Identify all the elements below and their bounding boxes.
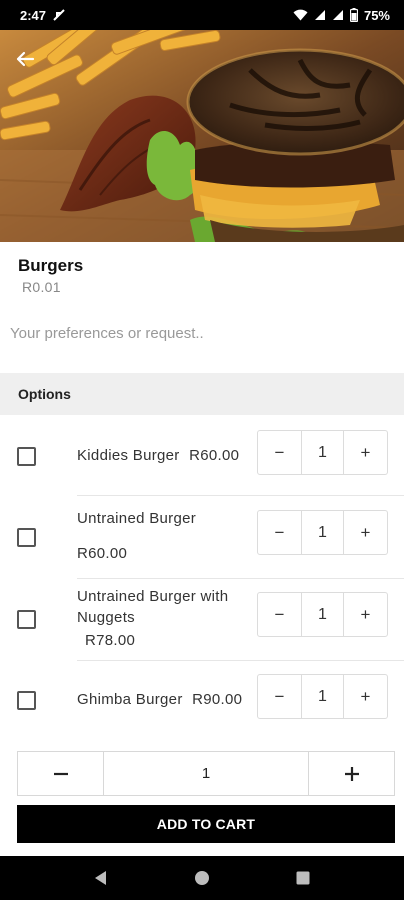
plus-icon: + xyxy=(360,604,371,624)
back-arrow-icon xyxy=(16,51,35,67)
option-label: Kiddies Burger R60.00 xyxy=(77,445,239,466)
system-nav-bar xyxy=(0,856,404,900)
option-quantity-value: 1 xyxy=(301,431,344,474)
option-row-ghimba-burger: Ghimba Burger R90.00 − 1 + xyxy=(0,660,404,738)
option-price: R90.00 xyxy=(192,691,243,708)
cart-minus-button[interactable] xyxy=(18,752,103,795)
data-saver-icon xyxy=(53,9,65,21)
add-to-cart-button[interactable]: ADD TO CART xyxy=(17,805,395,843)
option-label: Untrained Burger with Nuggets R78.00 xyxy=(77,586,228,651)
product-price: R0.01 xyxy=(22,279,61,295)
status-time: 2:47 xyxy=(20,7,47,23)
status-right: 75% xyxy=(293,8,390,23)
minus-icon: − xyxy=(274,686,285,706)
status-bar: 2:47 75% xyxy=(0,0,404,30)
option-checkbox[interactable] xyxy=(17,691,36,710)
minus-button[interactable]: − xyxy=(258,431,301,474)
status-left: 2:47 xyxy=(20,8,66,23)
plus-icon xyxy=(344,766,359,781)
signal-icon-2 xyxy=(332,10,343,20)
nav-home-button[interactable] xyxy=(182,858,222,898)
minus-icon: − xyxy=(274,604,285,624)
option-name: Untrained Burger xyxy=(77,510,197,527)
option-name: Ghimba Burger xyxy=(77,691,183,708)
burger-photo xyxy=(0,30,404,242)
preferences-input[interactable] xyxy=(10,316,394,350)
plus-button[interactable]: + xyxy=(344,431,387,474)
nav-recents-button[interactable] xyxy=(283,858,323,898)
option-price: R60.00 xyxy=(189,447,240,464)
option-quantity-value: 1 xyxy=(301,593,344,636)
minus-icon: − xyxy=(274,522,285,542)
plus-button[interactable]: + xyxy=(344,593,387,636)
option-quantity-stepper: − 1 + xyxy=(257,674,388,719)
option-row-untrained-burger: Untrained Burger R60.00 − 1 + xyxy=(0,496,404,579)
option-name-line1: Untrained Burger with xyxy=(77,588,229,605)
plus-button[interactable]: + xyxy=(344,511,387,554)
wifi-icon xyxy=(293,9,308,21)
options-header: Options xyxy=(0,373,404,415)
nav-recents-icon xyxy=(296,871,310,885)
minus-icon: − xyxy=(274,442,285,462)
cart-quantity-stepper: 1 xyxy=(17,751,395,796)
minus-icon xyxy=(53,772,68,775)
option-name: Kiddies Burger xyxy=(77,447,180,464)
battery-icon xyxy=(349,8,358,22)
minus-button[interactable]: − xyxy=(258,675,301,718)
option-label: Ghimba Burger R90.00 xyxy=(77,689,242,710)
nav-back-icon xyxy=(94,871,106,885)
battery-percent: 75% xyxy=(363,7,390,23)
option-row-kiddies-burger: Kiddies Burger R60.00 − 1 + xyxy=(0,415,404,496)
option-quantity-stepper: − 1 + xyxy=(257,510,388,555)
option-checkbox[interactable] xyxy=(17,447,36,466)
option-price: R60.00 xyxy=(77,545,128,562)
plus-icon: + xyxy=(360,442,371,462)
product-title: Burgers xyxy=(18,256,84,275)
minus-button[interactable]: − xyxy=(258,511,301,554)
option-quantity-value: 1 xyxy=(301,511,344,554)
option-quantity-value: 1 xyxy=(301,675,344,718)
plus-icon: + xyxy=(360,522,371,542)
option-name-line2: Nuggets xyxy=(77,609,135,626)
plus-button[interactable]: + xyxy=(344,675,387,718)
nav-back-button[interactable] xyxy=(81,858,121,898)
option-quantity-stepper: − 1 + xyxy=(257,592,388,637)
hero-image xyxy=(0,30,404,242)
option-checkbox[interactable] xyxy=(17,528,36,547)
plus-icon: + xyxy=(360,686,371,706)
option-row-untrained-burger-nuggets: Untrained Burger with Nuggets R78.00 − 1… xyxy=(0,578,404,661)
back-button[interactable] xyxy=(10,44,40,74)
nav-home-icon xyxy=(194,871,209,885)
cart-quantity-value: 1 xyxy=(103,752,309,795)
option-price: R78.00 xyxy=(85,632,136,649)
option-checkbox[interactable] xyxy=(17,610,36,629)
option-label: Untrained Burger R60.00 xyxy=(77,508,196,564)
cart-plus-button[interactable] xyxy=(309,752,394,795)
minus-button[interactable]: − xyxy=(258,593,301,636)
signal-icon xyxy=(314,10,325,20)
option-quantity-stepper: − 1 + xyxy=(257,430,388,475)
